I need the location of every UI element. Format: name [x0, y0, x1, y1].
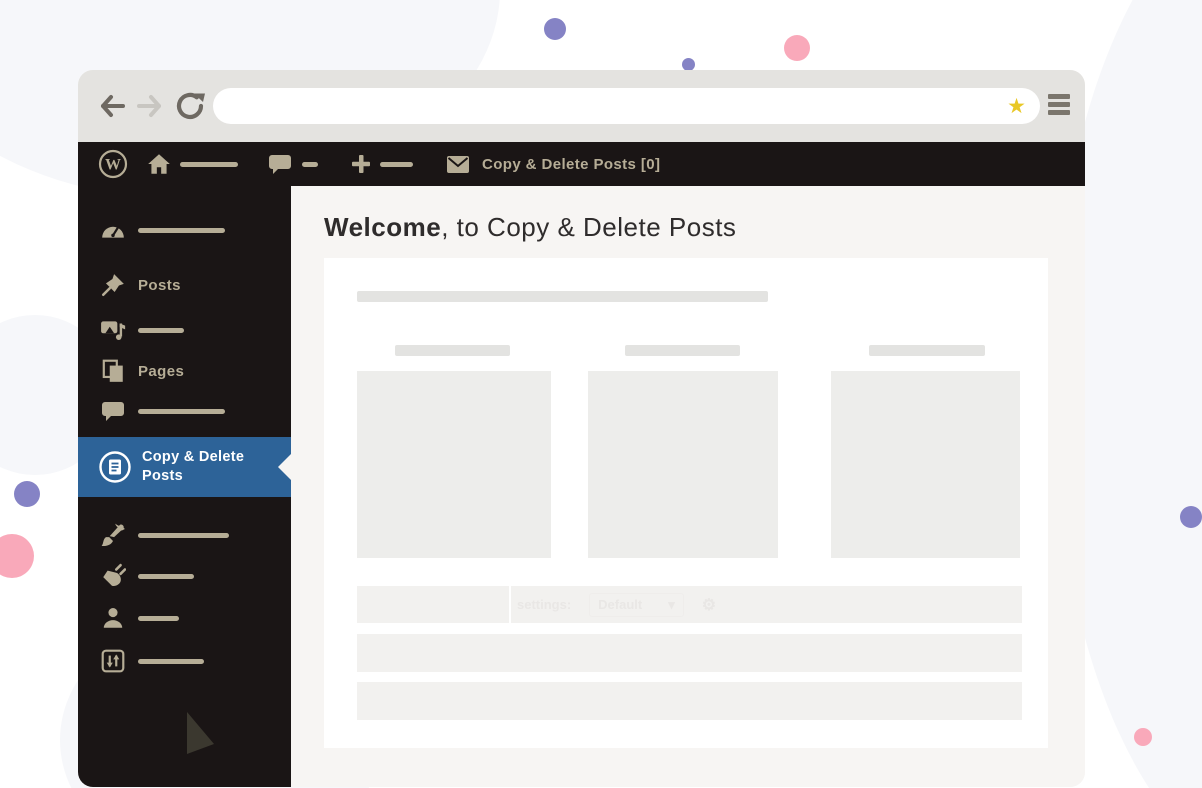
wp-logo[interactable]: W	[98, 142, 128, 186]
placeholder-row	[357, 634, 1022, 672]
pages-icon	[100, 358, 126, 384]
media-icon	[100, 317, 126, 343]
pushpin-icon	[100, 272, 126, 298]
user-icon	[100, 605, 126, 631]
placeholder-column-title	[395, 345, 510, 356]
placeholder-column-title	[625, 345, 740, 356]
decorative-dot-purple	[14, 481, 40, 507]
placeholder-line	[380, 162, 413, 167]
sidebar-item-plugins[interactable]	[78, 556, 291, 596]
envelope-icon	[446, 155, 470, 174]
refresh-icon[interactable]	[174, 90, 206, 122]
decorative-dot-pink	[784, 35, 810, 61]
placeholder-panel	[588, 371, 778, 558]
comment-icon	[268, 152, 292, 176]
sidebar-item-settings[interactable]	[78, 641, 291, 681]
decorative-dot-purple	[544, 18, 566, 40]
ghost-default-dropdown[interactable]: Default ▾	[589, 593, 684, 617]
decorative-dot-pink	[1134, 728, 1152, 746]
browser-menu-icon[interactable]	[1048, 94, 1070, 118]
placeholder-panel	[831, 371, 1020, 558]
ghost-dropdown-value: Default	[598, 597, 642, 612]
placeholder-line	[138, 533, 229, 538]
placeholder-row	[357, 682, 1022, 720]
copy-delete-posts-icon	[98, 450, 132, 489]
placeholder-line	[138, 328, 184, 333]
ghost-settings-row: settings: Default ▾ ⚙	[357, 586, 1022, 623]
admin-bar-comments[interactable]	[268, 142, 292, 186]
home-icon	[146, 151, 172, 177]
placeholder-line	[180, 162, 238, 167]
ghost-row-divider	[509, 586, 511, 623]
sidebar-item-media[interactable]	[78, 310, 291, 350]
browser-window: ★ W	[78, 70, 1085, 787]
admin-bar-plugin-menu[interactable]: Copy & Delete Posts [0]	[446, 142, 660, 186]
paintbrush-icon	[100, 522, 126, 548]
placeholder-bar	[357, 291, 768, 302]
sidebar-item-copy-delete-posts[interactable]: Copy & Delete Posts	[78, 437, 291, 497]
illustration-canvas: ★ W	[0, 0, 1202, 788]
url-bar[interactable]: ★	[213, 88, 1040, 124]
active-item-arrow	[278, 454, 291, 480]
wordpress-logo-icon: W	[98, 149, 128, 179]
wp-content-area: Welcome, to Copy & Delete Posts settings…	[291, 186, 1085, 787]
sidebar-item-appearance[interactable]	[78, 515, 291, 555]
forward-icon[interactable]	[134, 90, 166, 122]
admin-bar-site-title-placeholder[interactable]	[180, 142, 238, 186]
placeholder-column-title	[869, 345, 985, 356]
sidebar-item-posts[interactable]: Posts	[78, 265, 291, 305]
page-title: Welcome, to Copy & Delete Posts	[324, 212, 736, 243]
comment-icon	[100, 398, 126, 424]
sidebar-item-label: Pages	[138, 363, 184, 380]
chevron-down-icon: ▾	[668, 597, 675, 613]
mouse-cursor-icon	[187, 712, 217, 758]
page-title-rest: , to Copy & Delete Posts	[441, 212, 736, 242]
placeholder-line	[302, 162, 318, 167]
placeholder-line	[138, 616, 179, 621]
page-title-bold: Welcome	[324, 212, 441, 242]
dashboard-icon	[100, 217, 126, 243]
sidebar-item-comments[interactable]	[78, 391, 291, 431]
placeholder-line	[138, 228, 225, 233]
back-icon[interactable]	[96, 90, 128, 122]
welcome-card: settings: Default ▾ ⚙	[324, 258, 1048, 748]
admin-bar-comments-count-placeholder[interactable]	[302, 142, 318, 186]
settings-sliders-icon	[100, 648, 126, 674]
decorative-dot-pink	[0, 534, 34, 578]
placeholder-line	[138, 574, 194, 579]
ghost-settings-label: settings:	[517, 597, 571, 612]
ghost-gear-icon: ⚙	[702, 595, 716, 615]
admin-bar-site-menu[interactable]	[146, 142, 172, 186]
wp-admin-bar: W	[78, 142, 1085, 186]
sidebar-item-users[interactable]	[78, 598, 291, 638]
svg-text:W: W	[105, 157, 121, 174]
sidebar-item-label: Posts	[138, 277, 181, 294]
sidebar-item-pages[interactable]: Pages	[78, 351, 291, 391]
placeholder-line	[138, 409, 225, 414]
plug-icon	[100, 563, 126, 589]
bookmark-star-icon[interactable]: ★	[1007, 96, 1026, 117]
plus-icon	[350, 153, 372, 175]
background-blob	[1122, 552, 1194, 644]
admin-bar-new[interactable]	[350, 142, 372, 186]
placeholder-panel	[357, 371, 551, 558]
admin-bar-plugin-label: Copy & Delete Posts [0]	[482, 156, 660, 173]
decorative-dot-purple	[1180, 506, 1202, 528]
sidebar-active-item-label: Copy & Delete Posts	[142, 448, 268, 486]
sidebar-item-dashboard[interactable]	[78, 210, 291, 250]
wp-sidebar: Posts	[78, 186, 291, 787]
browser-toolbar: ★	[78, 70, 1085, 142]
placeholder-line	[138, 659, 204, 664]
admin-bar-new-label-placeholder[interactable]	[380, 142, 413, 186]
